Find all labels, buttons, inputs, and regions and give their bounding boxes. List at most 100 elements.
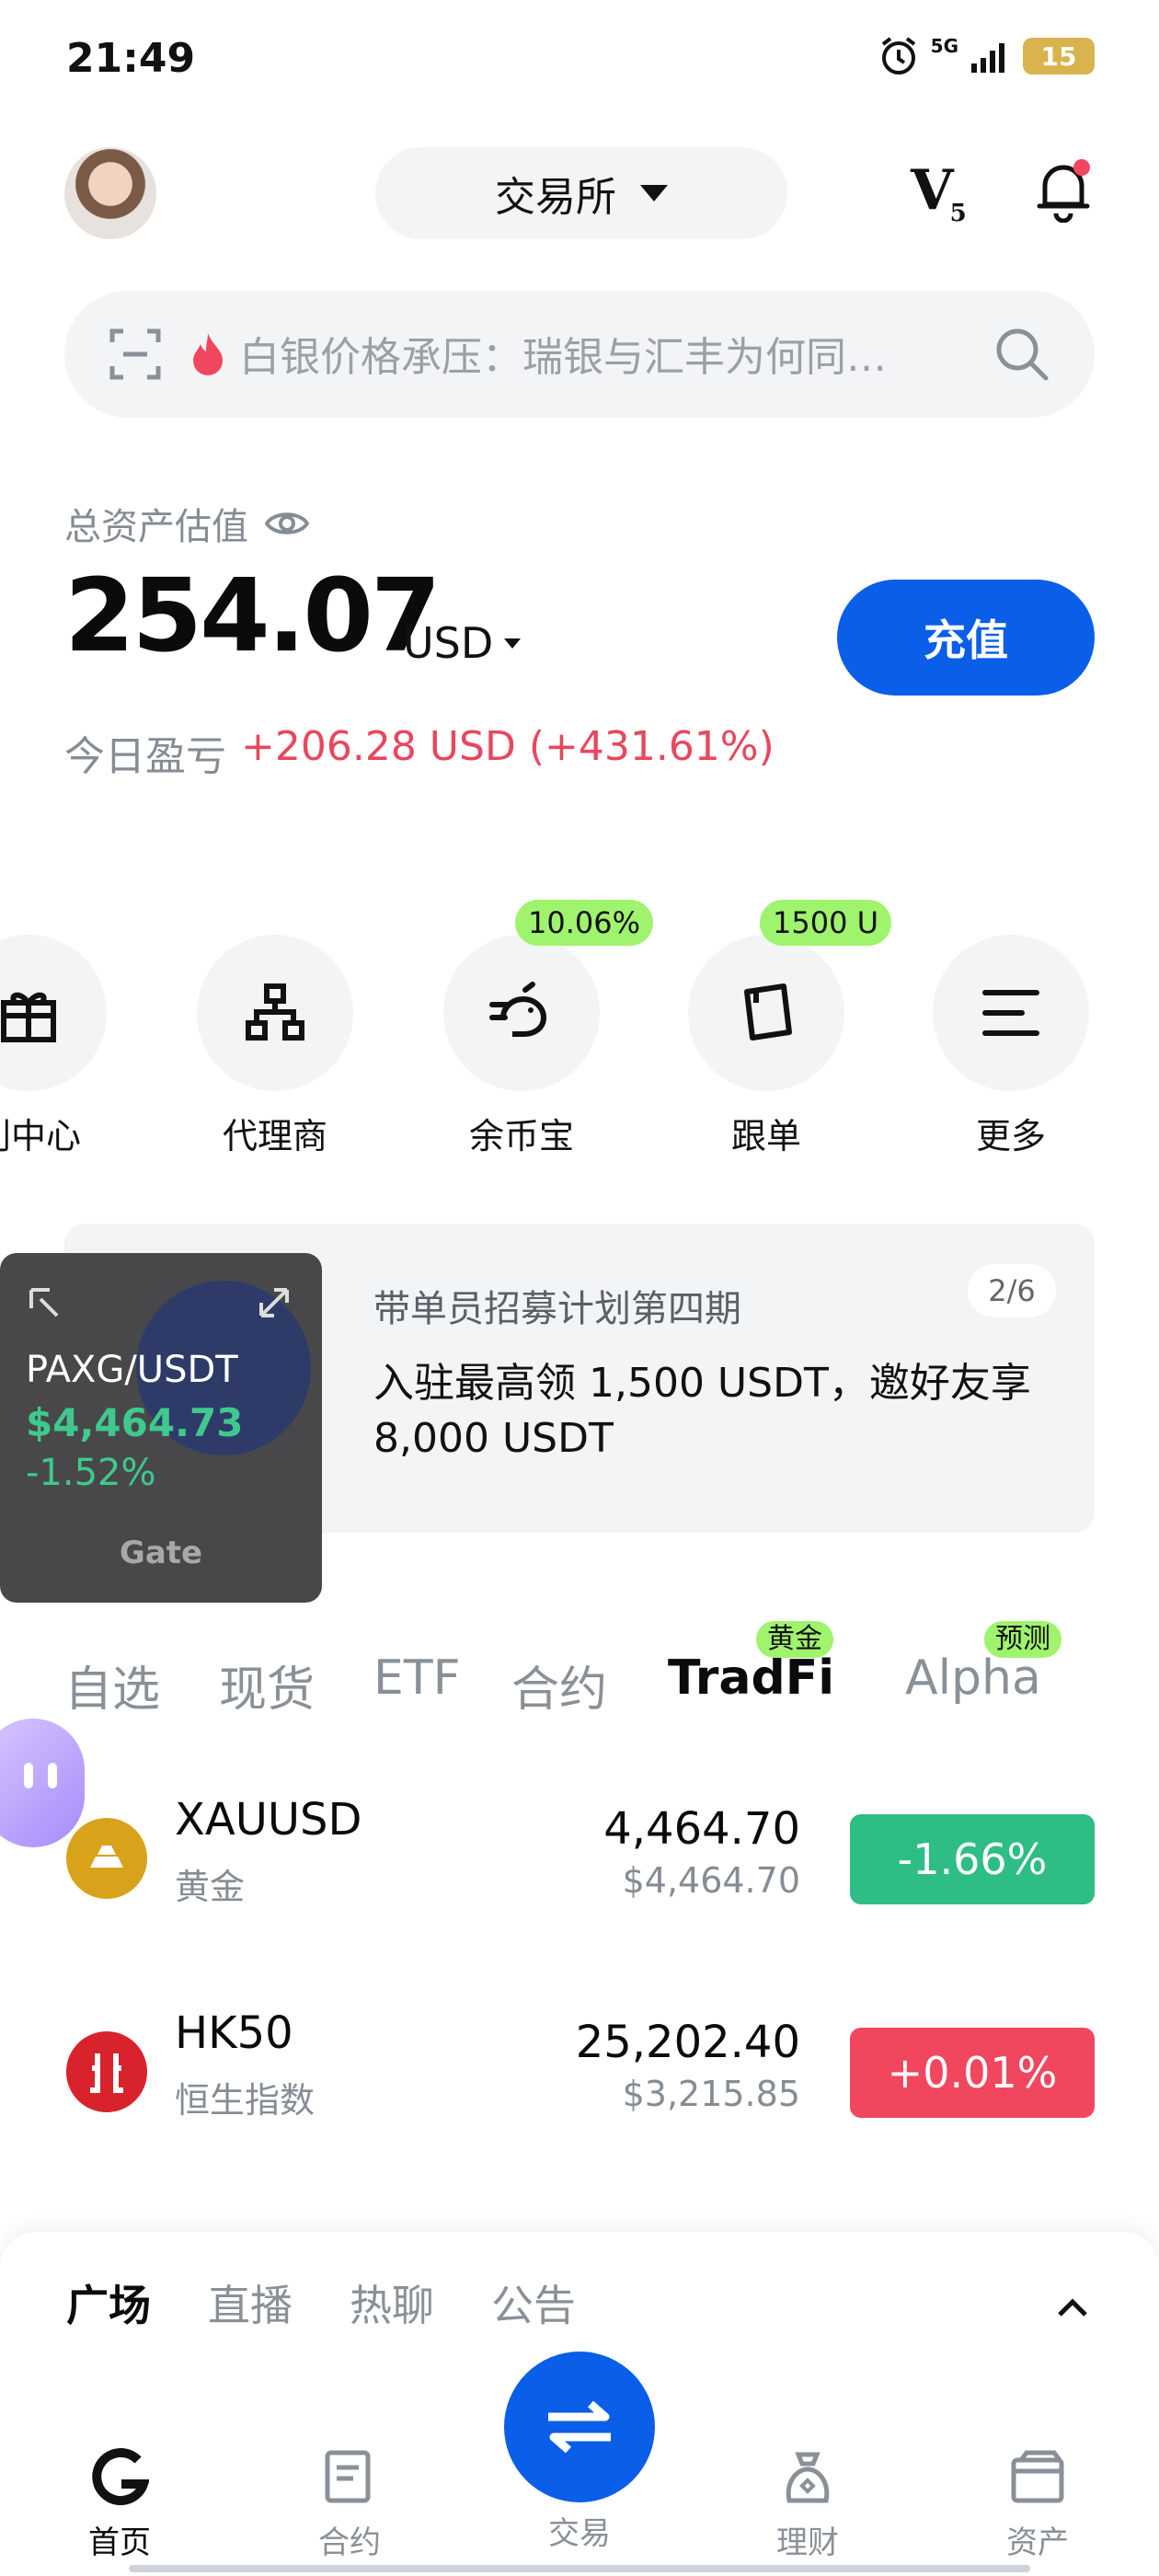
wallet-icon [1011,2450,1064,2503]
caret-down-icon [640,185,668,201]
row-price: 25,202.40 [575,2017,800,2068]
search-input[interactable]: 白银价格承压：瑞银与汇丰为何同… [239,324,1030,383]
nav-label: 合约 [318,2524,381,2561]
exchange-switcher[interactable]: 交易所 [375,147,787,239]
quick-action-label: 余币宝 [468,1116,574,1156]
asset-label-text: 总资产估值 [64,506,248,548]
nav-label: 首页 [88,2524,151,2561]
row-name: 恒生指数 [175,2080,316,2121]
nav-label: 理财 [776,2524,839,2561]
nav-home[interactable]: 首页 [55,2447,184,2562]
table-row[interactable]: HK50 恒生指数 25,202.40 $3,215.85 +0.01% [0,1989,1159,2155]
asset-label: 总资产估值 [64,497,309,550]
futures-icon [325,2450,371,2503]
floating-price-widget[interactable]: PAXG/USDT $4,464.73 -1.52% Gate [0,1253,322,1603]
widget-pair: PAXG/USDT [26,1349,238,1391]
menu-icon [982,990,1039,1036]
tab-futures[interactable]: 合约 [511,1650,607,1719]
bell-icon[interactable] [1034,158,1093,223]
row-name: 黄金 [175,1867,246,1907]
vip-badge[interactable]: V5 [911,158,967,227]
row-symbol: HK50 [175,2007,293,2059]
nav-assets[interactable]: 资产 [973,2447,1102,2562]
tab-watchlist[interactable]: 自选 [64,1650,160,1719]
fire-icon [193,333,223,375]
swap-icon [548,2400,611,2454]
nav-label: 交易 [548,2515,611,2552]
nav-label: 资产 [1006,2524,1069,2561]
feed-tab-hot[interactable]: 热聊 [350,2272,434,2333]
tab-spot[interactable]: 现货 [219,1650,315,1719]
finance-icon [786,2452,830,2503]
banner-body: 入驻最高领 1,500 USDT，邀好友享 8,000 USDT [373,1360,1031,1462]
deposit-button[interactable]: 充值 [837,580,1095,696]
signal-icon [971,43,1004,73]
tab-alpha[interactable]: Alpha [905,1650,1041,1706]
scan-icon[interactable] [109,328,162,381]
avatar[interactable] [64,147,156,239]
quick-action-label: 代理商 [222,1116,327,1156]
trade-button[interactable] [504,2352,655,2502]
exchange-label: 交易所 [495,174,616,221]
shrink-icon[interactable] [28,1286,61,1319]
row-price: 4,464.70 [603,1803,800,1855]
copy-trade-icon [744,983,792,1041]
alarm-icon [881,37,915,75]
widget-brand: Gate [119,1535,203,1571]
caret-down-icon [504,638,522,649]
quick-action-label: 跟单 [730,1116,801,1156]
table-row[interactable]: XAUUSD 黄金 4,464.70 $4,464.70 -1.66% [0,1776,1159,1941]
bonus-tag: 1500 U [760,900,892,946]
piggy-bank-icon [489,982,547,1037]
home-icon [92,2448,150,2505]
hsi-icon [66,2031,147,2112]
rate-tag: 10.06% [515,900,654,946]
widget-price: $4,464.73 [26,1400,244,1445]
tab-tag: 预测 [984,1621,1061,1658]
eye-icon[interactable] [265,508,309,539]
battery-indicator: 15 [1023,38,1095,75]
search-bar[interactable]: 白银价格承压：瑞银与汇丰为何同… [64,291,1095,418]
status-time: 21:49 [66,35,196,82]
quick-action-savings[interactable]: 10.06% 余币宝 [443,900,654,1158]
row-symbol: XAUUSD [175,1794,362,1846]
quick-action-agent[interactable]: 代理商 [197,935,353,1158]
gift-icon [1,992,56,1042]
banner-page-indicator: 2/6 [968,1264,1056,1317]
tab-etf[interactable]: ETF [373,1650,461,1706]
asset-value: 254.07 [64,557,441,674]
quick-action-more[interactable]: 更多 [933,935,1089,1158]
feed-tab-announcements[interactable]: 公告 [491,2272,576,2333]
org-chart-icon [246,983,304,1041]
gold-icon [66,1818,147,1899]
quick-action-copy-trade[interactable]: 1500 U 跟单 [688,900,892,1158]
feed-tab-live[interactable]: 直播 [208,2272,293,2333]
feed-tab-square[interactable]: 广场 [66,2272,151,2333]
tab-tradfi[interactable]: TradFi [668,1650,834,1706]
vip-sub: 5 [949,200,967,227]
home-indicator [129,2565,1030,2572]
quick-action-label: 利中心 [0,1116,81,1156]
quick-action-label: 更多 [975,1116,1046,1156]
chevron-up-icon[interactable] [1056,2291,1089,2324]
network-label: 5G [930,35,958,57]
search-icon[interactable] [993,326,1050,383]
row-change-badge[interactable]: -1.66% [850,1814,1095,1904]
pnl-label: 今日盈亏 [64,733,226,780]
nav-finance[interactable]: 理财 [743,2447,872,2562]
row-usd-price: $3,215.85 [622,2074,800,2114]
row-usd-price: $4,464.70 [622,1860,800,1901]
vip-level: V [911,158,954,223]
status-icons: 5G 15 [878,35,1095,77]
currency-selector[interactable]: USD [403,618,522,668]
pnl-row[interactable]: 今日盈亏 +206.28 USD (+431.61%) [64,723,775,782]
quick-action-benefits[interactable]: 利中心 [0,935,107,1158]
bottom-panel: 广场 直播 热聊 公告 首页 合约 交易 理财 资产 [0,2232,1159,2576]
nav-futures[interactable]: 合约 [285,2447,414,2562]
expand-icon[interactable] [258,1286,291,1319]
banner-title: 带单员招募计划第四期 [373,1288,741,1330]
widget-change: -1.52% [26,1452,156,1494]
currency-label: USD [403,618,494,668]
row-change-badge[interactable]: +0.01% [850,2028,1095,2118]
pnl-value: +206.28 USD (+431.61%) [241,723,775,770]
